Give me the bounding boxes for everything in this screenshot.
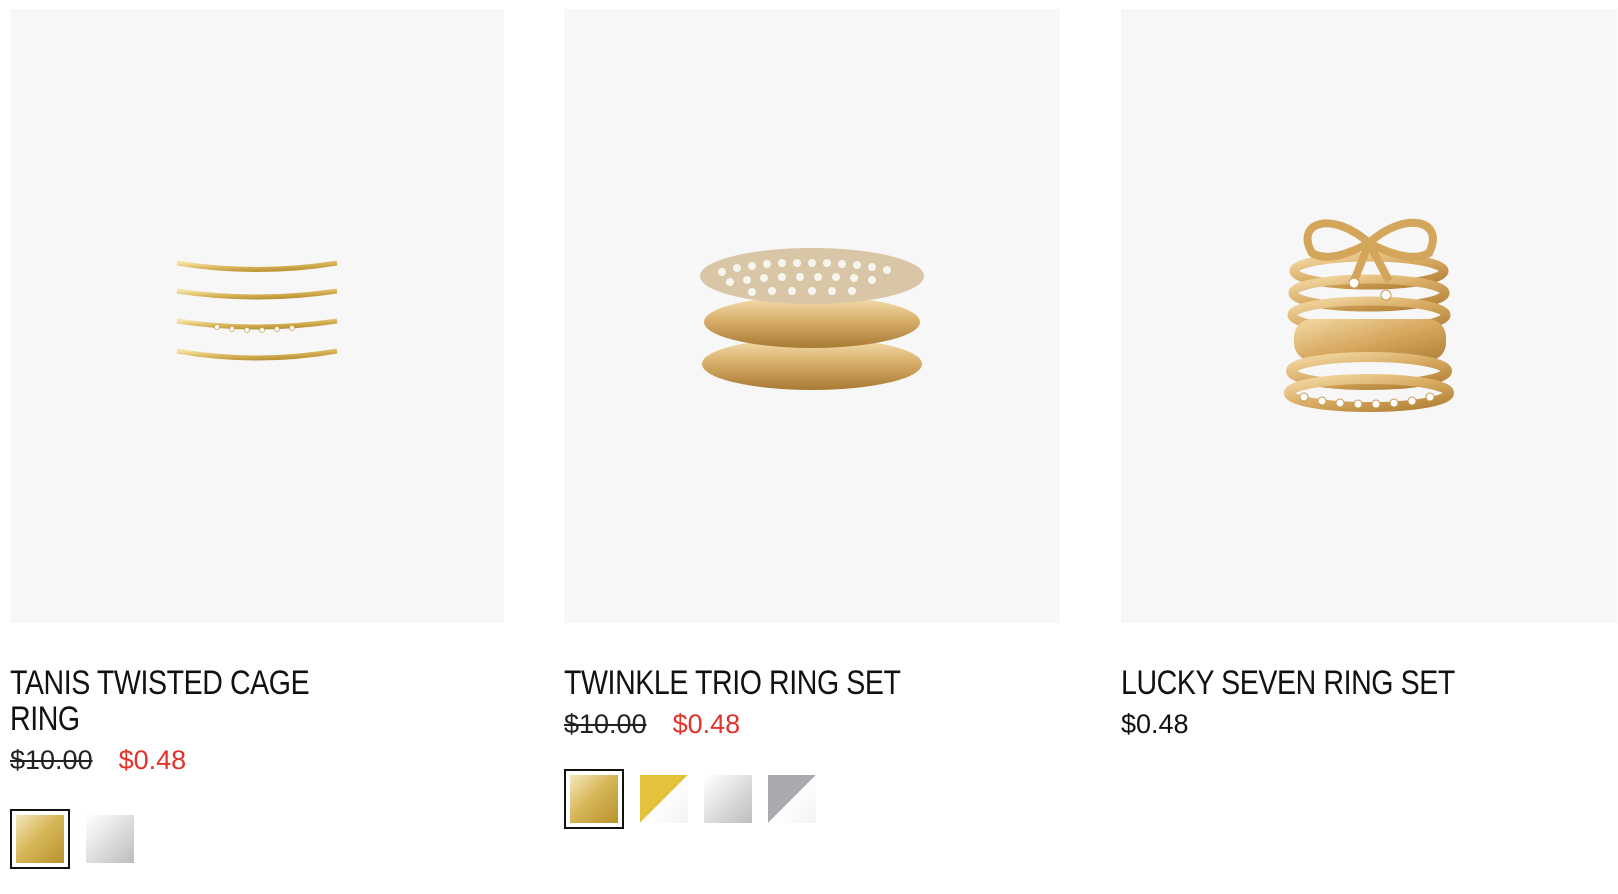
seven-ring-illustration xyxy=(1284,218,1454,412)
color-swatches xyxy=(10,809,504,869)
product-title[interactable]: TANIS TWISTED CAGE RING xyxy=(10,665,312,737)
product-image[interactable] xyxy=(1121,9,1617,623)
original-price: $10.00 xyxy=(564,709,647,739)
product-title[interactable]: TWINKLE TRIO RING SET xyxy=(564,665,934,701)
color-swatches xyxy=(564,769,1060,829)
swatch-gold[interactable] xyxy=(564,769,624,829)
product-card: TANIS TWISTED CAGE RING $10.00 $0.48 xyxy=(10,9,504,869)
product-grid: TANIS TWISTED CAGE RING $10.00 $0.48 TWI… xyxy=(0,0,1618,894)
original-price: $10.00 xyxy=(10,745,93,775)
cage-ring-illustration xyxy=(174,253,340,361)
swatch-gold-white[interactable] xyxy=(640,775,688,823)
swatch-silver[interactable] xyxy=(704,775,752,823)
price-row: $10.00 $0.48 xyxy=(564,707,1060,741)
product-image[interactable] xyxy=(10,9,504,623)
sale-price: $0.48 xyxy=(118,745,187,775)
price: $0.48 xyxy=(1121,709,1189,739)
swatch-grey-white[interactable] xyxy=(768,775,816,823)
swatch-gold[interactable] xyxy=(10,809,70,869)
product-image[interactable] xyxy=(564,9,1060,623)
trio-ring-illustration xyxy=(700,248,924,390)
product-card: LUCKY SEVEN RING SET $0.48 xyxy=(1121,9,1617,741)
price-row: $0.48 xyxy=(1121,707,1617,741)
product-card: TWINKLE TRIO RING SET $10.00 $0.48 xyxy=(564,9,1060,829)
product-title[interactable]: LUCKY SEVEN RING SET xyxy=(1121,665,1491,701)
swatch-silver[interactable] xyxy=(86,815,134,863)
price-row: $10.00 $0.48 xyxy=(10,743,504,777)
sale-price: $0.48 xyxy=(672,709,741,739)
